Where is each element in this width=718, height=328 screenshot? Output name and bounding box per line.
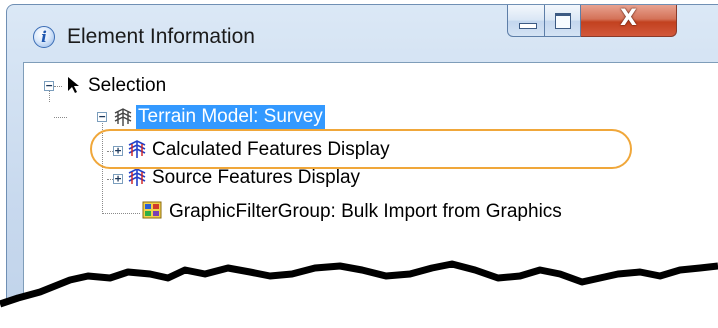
tree-item-graphic-filter-group[interactable]: GraphicFilterGroup: Bulk Import from Gra… — [169, 200, 562, 224]
minimize-button[interactable] — [507, 5, 545, 37]
selection-expander[interactable]: − — [44, 80, 54, 91]
terrain-model-icon — [114, 108, 132, 126]
info-icon: i — [33, 26, 55, 48]
graphic-filter-group-icon — [142, 201, 162, 219]
feature-display-icon — [128, 168, 146, 186]
highlight-oval — [90, 129, 632, 169]
close-button[interactable]: X — [581, 5, 677, 37]
source-features-expander[interactable]: + — [113, 173, 123, 184]
minimize-icon — [519, 23, 537, 29]
tree-item-selection[interactable]: Selection — [88, 74, 166, 98]
maximize-button[interactable] — [545, 5, 581, 37]
cursor-arrow-icon — [68, 77, 79, 93]
terrain-expander[interactable]: − — [97, 111, 107, 122]
close-icon: X — [620, 6, 637, 31]
title-bar[interactable]: i Element Information X — [7, 5, 718, 65]
tree-connector — [54, 86, 62, 87]
tree-connector — [54, 117, 67, 118]
maximize-icon — [555, 13, 571, 29]
torn-edge — [0, 260, 718, 328]
tree-item-terrain-model[interactable]: Terrain Model: Survey — [136, 105, 325, 129]
window-title: Element Information — [67, 25, 255, 48]
caption-buttons: X — [507, 5, 677, 39]
tree-item-source-features[interactable]: Source Features Display — [152, 166, 360, 190]
tree-connector — [102, 213, 140, 214]
